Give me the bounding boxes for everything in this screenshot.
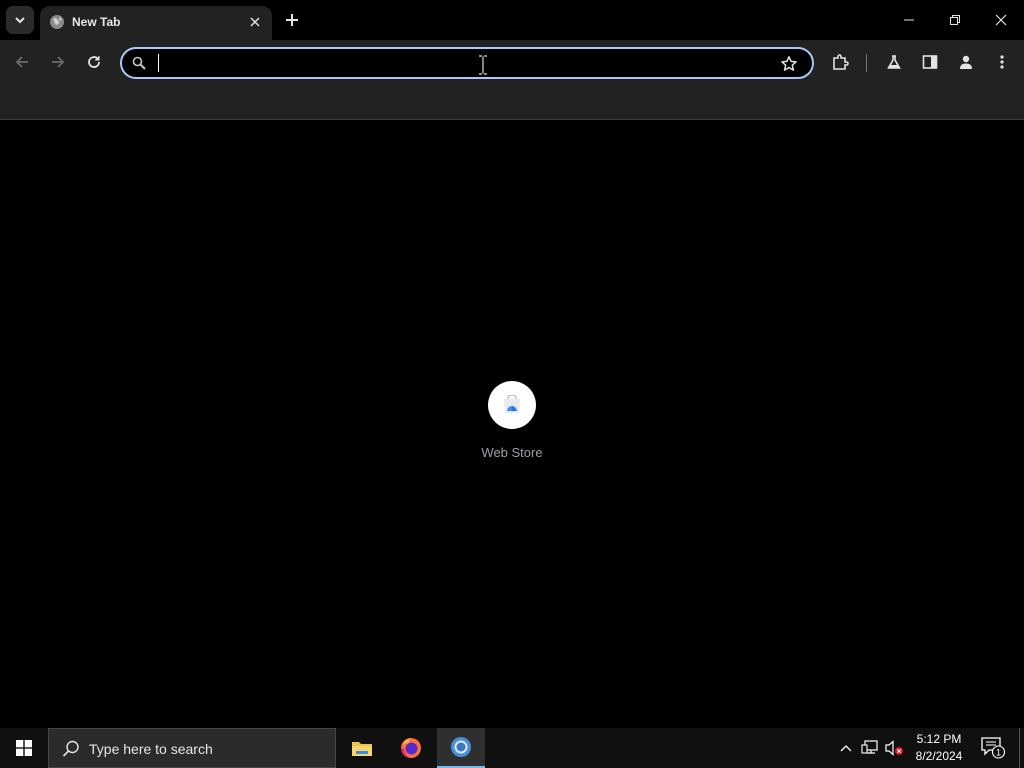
- minimize-button[interactable]: [886, 0, 932, 40]
- start-button[interactable]: [0, 728, 48, 768]
- menu-button[interactable]: [988, 48, 1016, 76]
- folder-icon: [352, 742, 372, 756]
- forward-button[interactable]: [44, 48, 72, 76]
- new-tab-button[interactable]: [280, 8, 304, 32]
- taskbar-file-explorer[interactable]: [338, 728, 386, 768]
- reload-icon: [88, 56, 100, 68]
- close-icon: [995, 14, 1007, 26]
- chrome-icon: [451, 737, 471, 757]
- taskbar-search-placeholder: Type here to search: [89, 741, 213, 757]
- address-input[interactable]: [160, 51, 760, 75]
- search-icon: [62, 740, 79, 757]
- tab-search-button[interactable]: [6, 6, 34, 34]
- tab-title: New Tab: [72, 15, 121, 29]
- shortcut-tile: [488, 381, 536, 429]
- side-panel-icon: [922, 55, 938, 69]
- windows-logo-icon: [16, 740, 32, 756]
- back-button[interactable]: [8, 48, 36, 76]
- taskbar-firefox[interactable]: [387, 728, 435, 768]
- clock-time: 5:12 PM: [916, 732, 962, 746]
- extensions-button[interactable]: [826, 48, 854, 76]
- search-icon: [132, 56, 146, 70]
- minimize-icon: [904, 19, 914, 21]
- new-tab-page: Web Store: [0, 121, 1024, 728]
- close-icon: [250, 17, 260, 27]
- action-center-button[interactable]: 1: [980, 736, 1006, 760]
- show-desktop-button[interactable]: [1019, 728, 1024, 768]
- text-caret: [158, 54, 159, 72]
- person-icon: [960, 55, 972, 69]
- side-panel-button[interactable]: [916, 48, 944, 76]
- shortcut-label: Web Store: [481, 445, 543, 460]
- tab-strip: New Tab: [0, 0, 1024, 40]
- chevron-up-icon: [840, 745, 852, 752]
- profile-button[interactable]: [952, 48, 980, 76]
- tab-close-button[interactable]: [246, 13, 264, 31]
- labs-button[interactable]: [880, 48, 908, 76]
- shortcut-web-store[interactable]: Web Store: [472, 381, 552, 465]
- text-cursor-icon: [479, 55, 487, 75]
- bookmark-star-icon[interactable]: [780, 55, 798, 73]
- taskbar-search-box[interactable]: Type here to search: [48, 728, 336, 768]
- bookmarks-bar: [0, 85, 1024, 120]
- tray-network[interactable]: [860, 738, 880, 758]
- chevron-down-icon: [15, 17, 25, 24]
- taskbar-clock[interactable]: 5:12 PM 8/2/2024: [908, 731, 970, 765]
- close-window-button[interactable]: [978, 0, 1024, 40]
- restore-button[interactable]: [932, 0, 978, 40]
- notification-count: 1: [996, 748, 1001, 758]
- toolbar-separator: [866, 54, 867, 72]
- address-bar[interactable]: [120, 47, 814, 79]
- restore-icon: [950, 15, 960, 25]
- tray-overflow-button[interactable]: [836, 738, 856, 758]
- taskbar-chrome[interactable]: [437, 728, 485, 768]
- tab-new-tab[interactable]: New Tab: [40, 6, 272, 40]
- puzzle-icon: [833, 54, 849, 70]
- globe-icon: [50, 15, 64, 29]
- volume-muted-icon: [885, 740, 903, 756]
- browser-toolbar: [0, 40, 1024, 85]
- network-icon: [861, 740, 878, 754]
- plus-icon: [286, 14, 298, 26]
- firefox-icon: [401, 738, 421, 758]
- arrow-left-icon: [15, 56, 28, 68]
- notification-icon: 1: [981, 737, 1006, 759]
- web-store-icon: [504, 395, 520, 413]
- clock-date: 8/2/2024: [915, 749, 963, 763]
- windows-taskbar: Type here to search 5:12 PM 8/2/2024 1: [0, 728, 1024, 768]
- tray-volume[interactable]: [884, 738, 904, 758]
- flask-icon: [887, 55, 901, 69]
- more-vert-icon: [1000, 55, 1004, 69]
- arrow-right-icon: [52, 56, 65, 68]
- reload-button[interactable]: [80, 48, 108, 76]
